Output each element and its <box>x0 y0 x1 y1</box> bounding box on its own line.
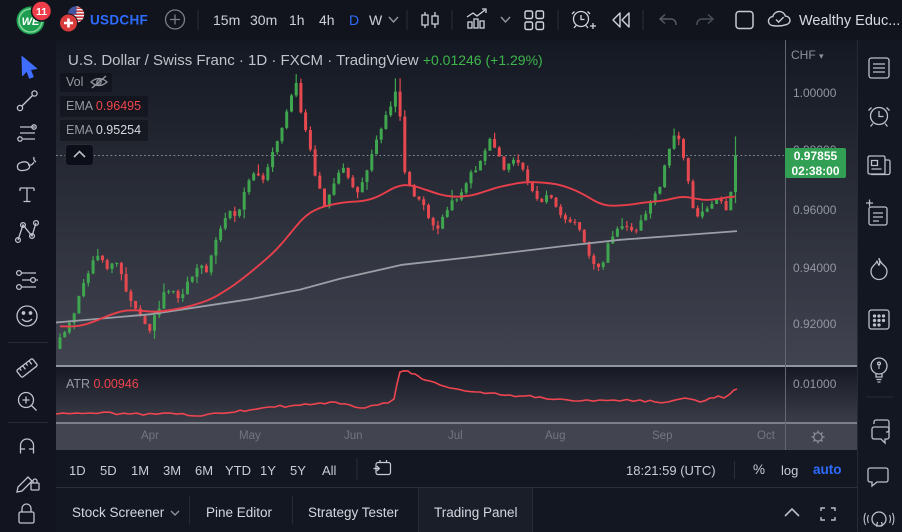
svg-text:D: D <box>349 12 359 28</box>
svg-text:30m: 30m <box>250 12 277 28</box>
svg-text:1h: 1h <box>289 12 305 28</box>
svg-text:11: 11 <box>36 6 47 18</box>
svg-text:4h: 4h <box>319 12 335 28</box>
svg-text:W: W <box>369 12 383 28</box>
svg-text:Wealthy Educ...: Wealthy Educ... <box>799 13 900 29</box>
svg-text:USDCHF: USDCHF <box>90 13 148 28</box>
svg-text:15m: 15m <box>213 12 240 28</box>
